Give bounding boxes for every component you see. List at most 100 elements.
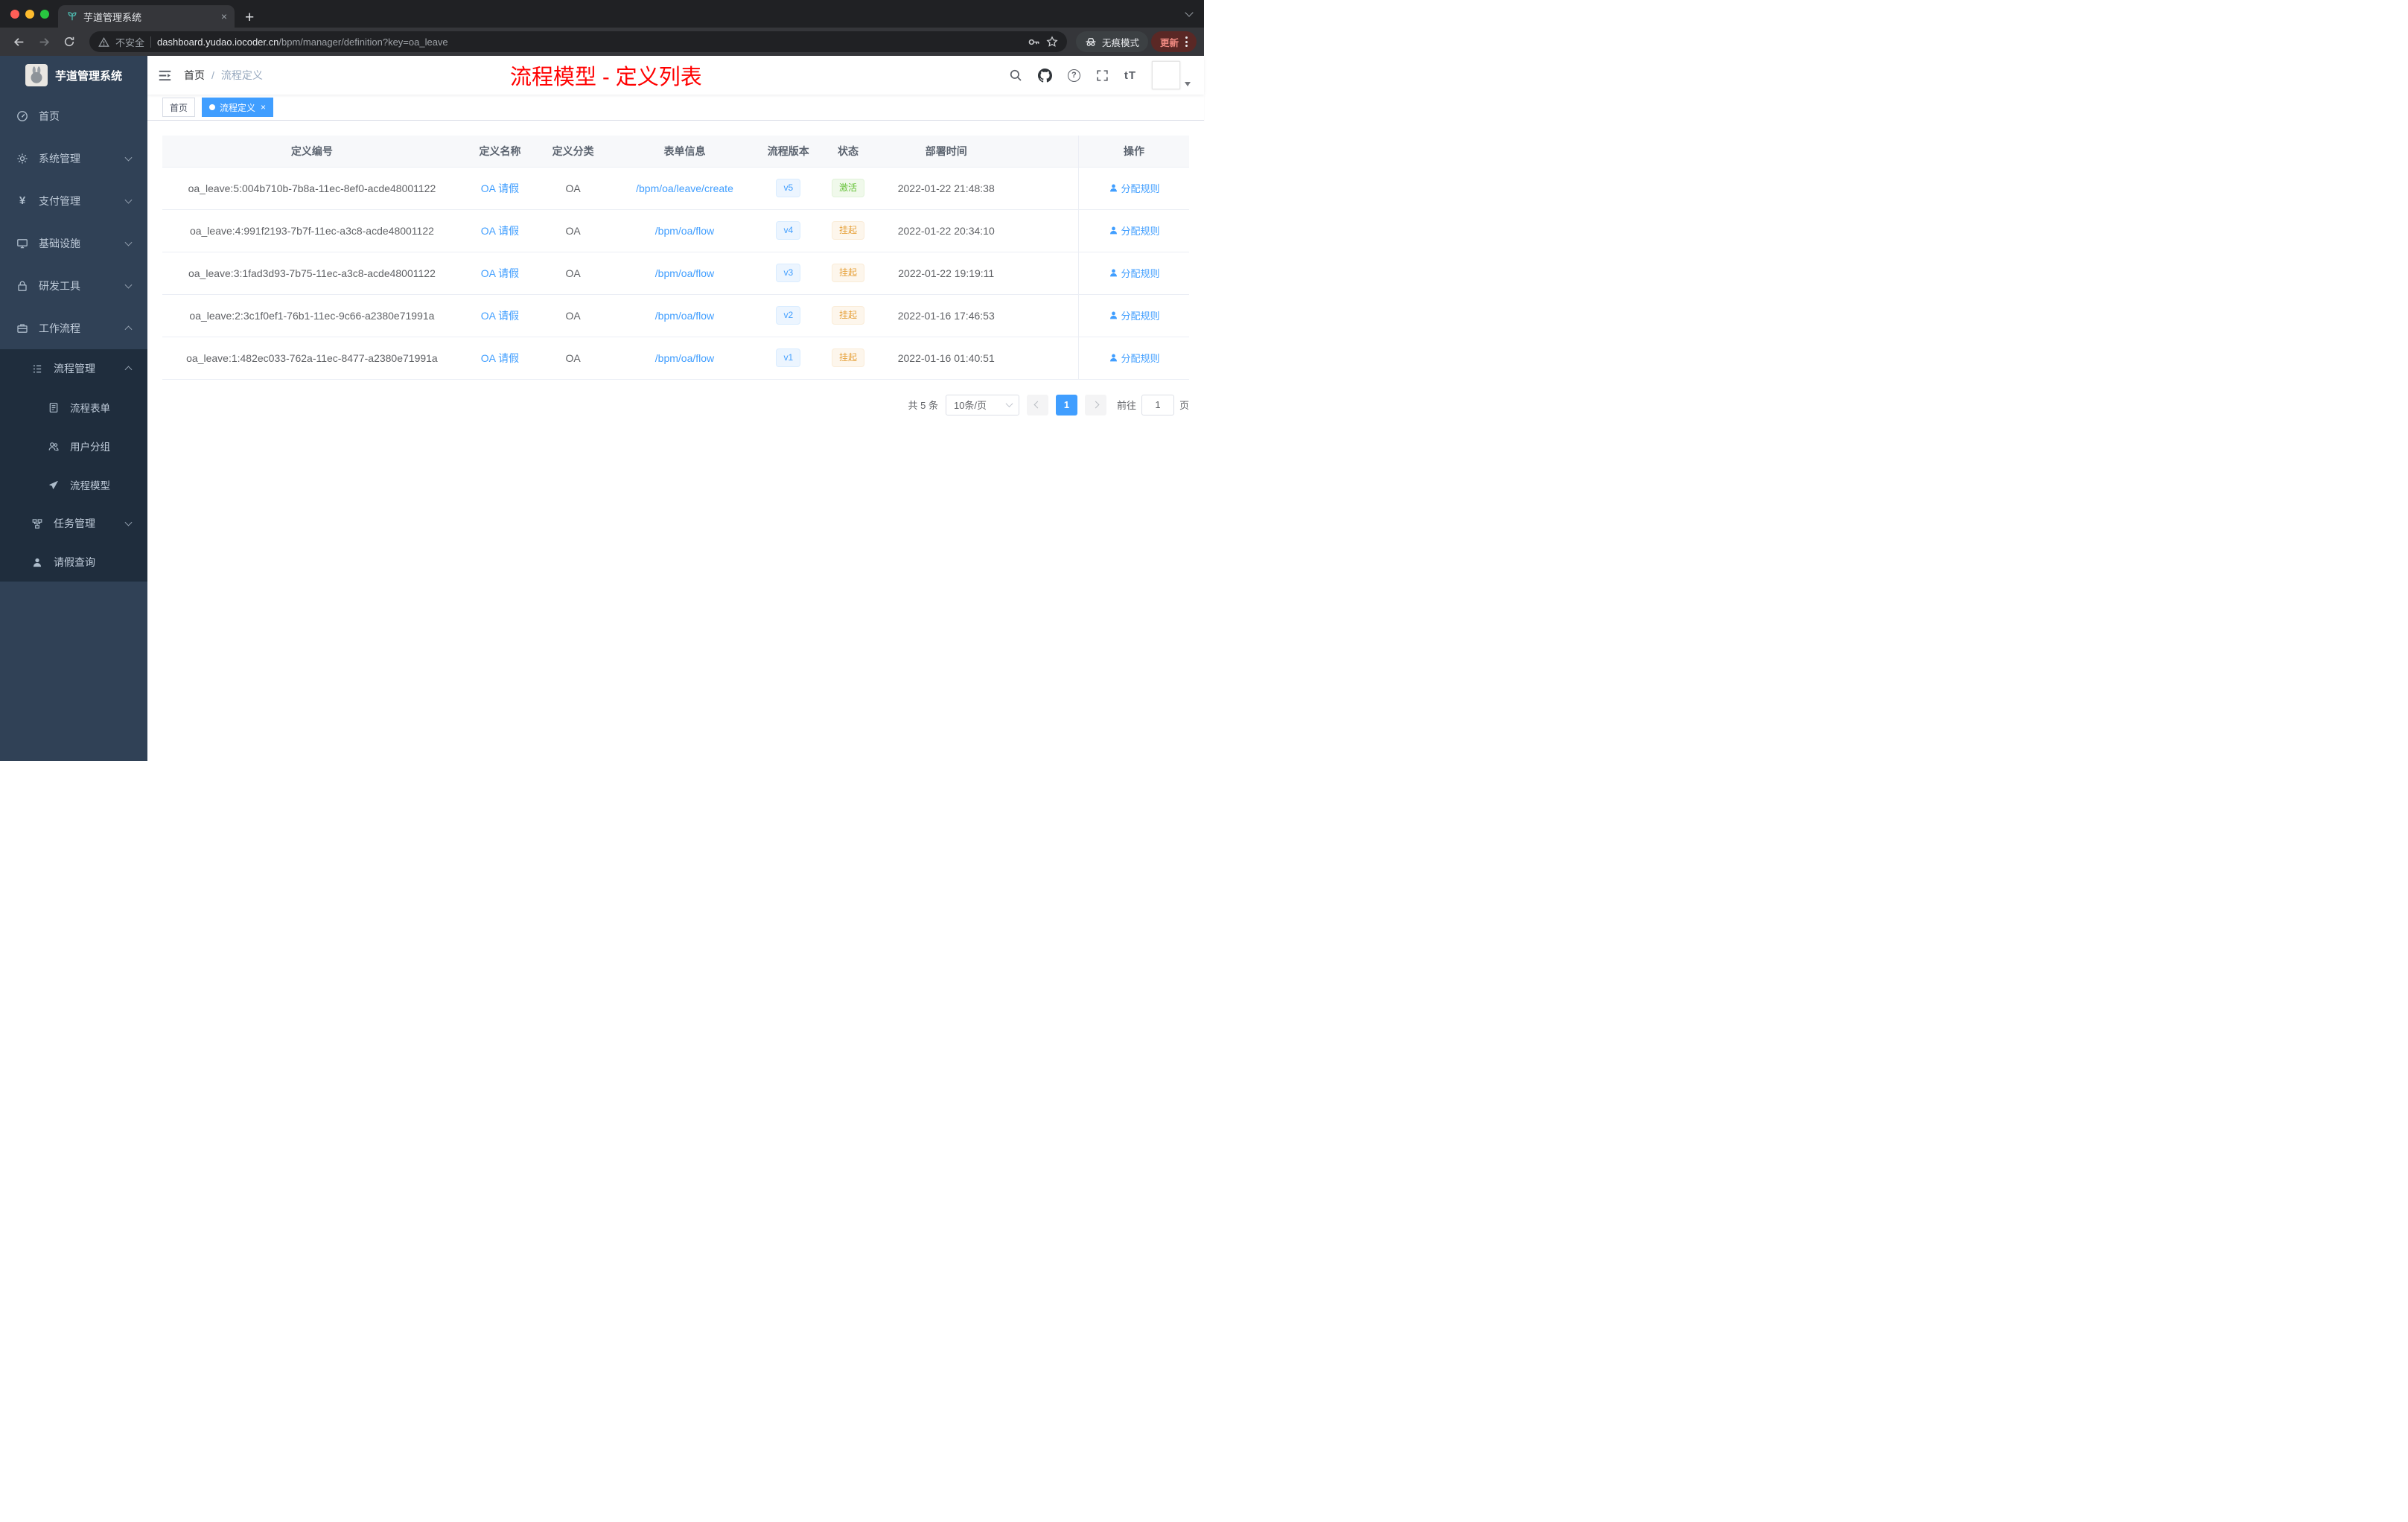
incognito-label: 无痕模式 bbox=[1101, 37, 1139, 48]
password-key-icon[interactable] bbox=[1028, 36, 1040, 48]
form-info-link[interactable]: /bpm/oa/flow bbox=[655, 225, 714, 237]
paper-plane-icon bbox=[48, 480, 59, 489]
version-tag[interactable]: v1 bbox=[776, 348, 801, 367]
sidebar-item-label: 基础设施 bbox=[39, 237, 80, 249]
version-tag[interactable]: v5 bbox=[776, 179, 801, 197]
tag-home[interactable]: 首页 bbox=[162, 98, 196, 117]
definition-name-link[interactable]: OA 请假 bbox=[481, 267, 519, 279]
version-tag[interactable]: v4 bbox=[776, 221, 801, 240]
sidebar-logo[interactable]: 芋道管理系统 bbox=[0, 56, 147, 95]
column-header-id: 定义编号 bbox=[162, 136, 462, 168]
table-header-row: 定义编号 定义名称 定义分类 表单信息 流程版本 状态 部署时间 操作 bbox=[162, 136, 1189, 168]
address-bar[interactable]: 不安全 dashboard.yudao.iocoder.cn/bpm/manag… bbox=[89, 31, 1067, 52]
browser-update-button[interactable]: 更新 bbox=[1150, 31, 1197, 52]
assign-rule-link[interactable]: 分配规则 bbox=[1109, 308, 1160, 322]
goto-page-input[interactable] bbox=[1141, 394, 1174, 415]
cell-spacer bbox=[1011, 167, 1079, 210]
tag-label: 首页 bbox=[170, 102, 188, 113]
close-window-button[interactable] bbox=[10, 9, 19, 19]
assign-rule-link[interactable]: 分配规则 bbox=[1109, 351, 1160, 365]
version-tag[interactable]: v3 bbox=[776, 264, 801, 282]
page-size-select[interactable]: 10条/页 bbox=[945, 394, 1019, 415]
sidebar-item-system[interactable]: 系统管理 bbox=[0, 137, 147, 179]
tab-strip-chevron-down-icon[interactable] bbox=[1185, 8, 1194, 17]
tab-close-icon[interactable]: × bbox=[221, 11, 227, 22]
definition-name-link[interactable]: OA 请假 bbox=[481, 352, 519, 364]
gear-icon bbox=[17, 153, 28, 164]
chevron-right-icon bbox=[1092, 401, 1100, 409]
navbar-actions: ? tT bbox=[1009, 61, 1191, 89]
sidebar-item-process-model[interactable]: 流程模型 bbox=[0, 465, 147, 504]
sidebar-item-payment[interactable]: ¥ 支付管理 bbox=[0, 179, 147, 222]
tag-close-icon[interactable]: × bbox=[261, 103, 266, 112]
breadcrumb-home[interactable]: 首页 bbox=[184, 68, 205, 83]
column-header-name: 定义名称 bbox=[461, 136, 539, 168]
definition-name-link[interactable]: OA 请假 bbox=[481, 182, 519, 194]
status-tag: 挂起 bbox=[831, 348, 864, 367]
assign-rule-link[interactable]: 分配规则 bbox=[1109, 223, 1160, 238]
page-number-button[interactable]: 1 bbox=[1055, 394, 1077, 415]
sidebar-item-user-group[interactable]: 用户分组 bbox=[0, 427, 147, 465]
fullscreen-icon[interactable] bbox=[1096, 69, 1109, 82]
page-title-annotation: 流程模型 - 定义列表 bbox=[509, 66, 702, 89]
sidebar-item-process-management[interactable]: 流程管理 bbox=[0, 349, 147, 388]
next-page-button[interactable] bbox=[1084, 394, 1106, 415]
new-tab-button[interactable]: + bbox=[245, 10, 254, 25]
browser-toolbar: 不安全 dashboard.yudao.iocoder.cn/bpm/manag… bbox=[0, 28, 1204, 56]
page-content: 定义编号 定义名称 定义分类 表单信息 流程版本 状态 部署时间 操作 oa_l… bbox=[147, 121, 1204, 761]
assign-rule-link[interactable]: 分配规则 bbox=[1109, 181, 1160, 195]
incognito-badge: 无痕模式 bbox=[1075, 31, 1148, 52]
form-info-link[interactable]: /bpm/oa/leave/create bbox=[636, 182, 733, 194]
browser-tab[interactable]: 芋道管理系统 × bbox=[58, 5, 235, 28]
sidebar-item-process-form[interactable]: 流程表单 bbox=[0, 388, 147, 427]
forward-button[interactable] bbox=[33, 31, 55, 53]
definition-table: 定义编号 定义名称 定义分类 表单信息 流程版本 状态 部署时间 操作 oa_l… bbox=[162, 136, 1189, 380]
search-icon[interactable] bbox=[1009, 69, 1022, 82]
cell-deploy-time: 2022-01-22 19:19:11 bbox=[881, 252, 1012, 295]
user-icon bbox=[1109, 354, 1117, 362]
sidebar-item-workflow[interactable]: 工作流程 bbox=[0, 307, 147, 349]
sidebar-item-home[interactable]: 首页 bbox=[0, 95, 147, 137]
definition-name-link[interactable]: OA 请假 bbox=[481, 225, 519, 237]
users-icon bbox=[48, 442, 59, 450]
breadcrumb-current: 流程定义 bbox=[220, 69, 263, 81]
sidebar-item-devtools[interactable]: 研发工具 bbox=[0, 264, 147, 307]
reload-button[interactable] bbox=[58, 31, 80, 53]
sidebar-item-task-management[interactable]: 任务管理 bbox=[0, 504, 147, 543]
browser-menu-dots-icon[interactable] bbox=[1185, 36, 1188, 47]
table-row: oa_leave:3:1fad3d93-7b75-11ec-a3c8-acde4… bbox=[162, 252, 1189, 295]
sidebar-item-label: 支付管理 bbox=[39, 194, 80, 207]
tab-favicon-icon bbox=[68, 12, 77, 21]
assign-rule-link[interactable]: 分配规则 bbox=[1109, 266, 1160, 280]
user-avatar[interactable] bbox=[1152, 61, 1191, 89]
chevron-down-icon bbox=[124, 196, 133, 204]
maximize-window-button[interactable] bbox=[40, 9, 49, 19]
sidebar-item-leave-query[interactable]: 请假查询 bbox=[0, 543, 147, 582]
document-icon bbox=[49, 402, 58, 413]
column-header-category: 定义分类 bbox=[538, 136, 608, 168]
tag-process-definition[interactable]: 流程定义 × bbox=[202, 98, 274, 117]
minimize-window-button[interactable] bbox=[25, 9, 34, 19]
omnibox-divider bbox=[150, 36, 152, 48]
user-icon bbox=[1109, 226, 1117, 235]
form-info-link[interactable]: /bpm/oa/flow bbox=[655, 267, 714, 279]
definition-name-link[interactable]: OA 请假 bbox=[481, 310, 519, 322]
cell-spacer bbox=[1011, 252, 1079, 295]
back-button[interactable] bbox=[7, 31, 30, 53]
form-info-link[interactable]: /bpm/oa/flow bbox=[655, 352, 714, 364]
status-tag: 挂起 bbox=[831, 264, 864, 282]
column-header-spacer bbox=[1011, 136, 1079, 168]
bookmark-star-icon[interactable] bbox=[1046, 36, 1058, 48]
cell-spacer bbox=[1011, 294, 1079, 337]
font-size-icon[interactable]: tT bbox=[1124, 69, 1136, 82]
github-icon[interactable] bbox=[1037, 68, 1052, 83]
window-controls bbox=[10, 9, 49, 19]
sidebar-toggle-button[interactable] bbox=[158, 69, 172, 83]
cell-category: OA bbox=[538, 209, 608, 252]
cell-definition-id: oa_leave:5:004b710b-7b8a-11ec-8ef0-acde4… bbox=[162, 167, 462, 210]
form-info-link[interactable]: /bpm/oa/flow bbox=[655, 310, 714, 322]
sidebar-item-infrastructure[interactable]: 基础设施 bbox=[0, 222, 147, 264]
prev-page-button[interactable] bbox=[1026, 394, 1048, 415]
version-tag[interactable]: v2 bbox=[776, 306, 801, 325]
help-icon[interactable]: ? bbox=[1067, 69, 1080, 82]
